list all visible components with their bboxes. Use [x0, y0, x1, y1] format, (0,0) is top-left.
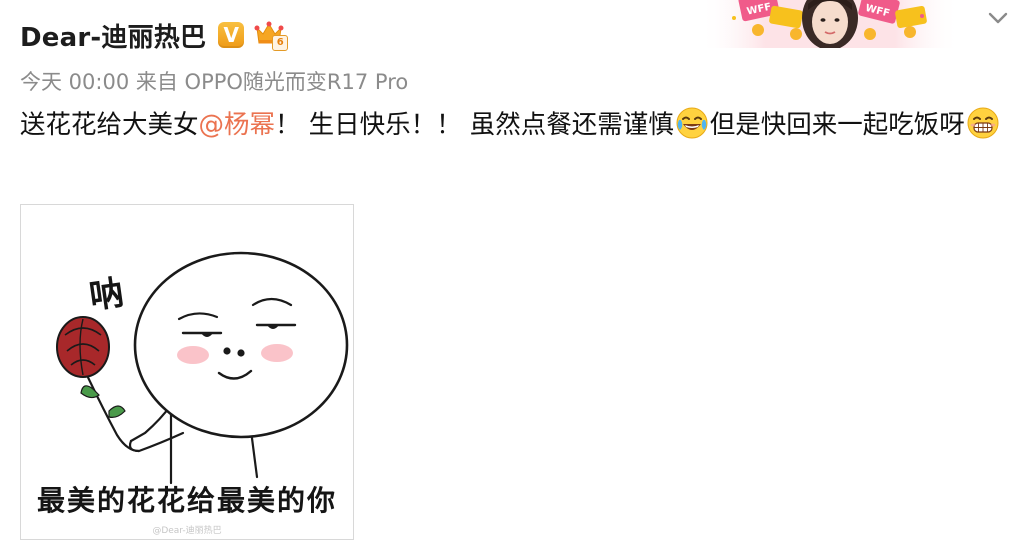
member-crown-icon[interactable]: 6 — [254, 19, 289, 51]
member-level-number: 6 — [272, 35, 289, 51]
meme-word: 呐 — [86, 272, 127, 318]
post-text: 送花花给大美女@杨幂！ 生日快乐！！ 虽然点餐还需谨慎 但是快回来一起吃饭呀 — [20, 102, 1010, 148]
meme-caption: 最美的花花给最美的你 — [36, 484, 337, 517]
decorative-banner: WFF WFF — [700, 0, 960, 48]
username-link[interactable]: Dear-迪丽热巴 — [20, 17, 206, 54]
verified-v-badge[interactable]: V — [218, 22, 245, 48]
post-text-segment: 但是快回来一起吃饭呀 — [709, 110, 965, 140]
post-text-segment: ！ 生日快乐！！ 虽然点餐还需谨慎 — [275, 110, 674, 140]
post-text-segment: 送花花给大美女 — [20, 110, 199, 140]
expand-menu-button[interactable] — [984, 4, 1012, 32]
post-meta: 今天 00:00 来自 OPPO随光而变R17 Pro — [20, 70, 409, 94]
chevron-down-icon — [988, 12, 1008, 24]
laugh-tears-emoji-icon — [676, 107, 708, 139]
post-image[interactable]: 呐 最美的花花给最美的你 @Dear-迪丽热巴 — [20, 204, 354, 540]
weibo-post: Dear-迪丽热巴 V 6 WFF WFF 今天 00:00 来自 OPPO随光… — [0, 0, 1024, 546]
image-watermark: @Dear-迪丽热巴 — [152, 526, 222, 536]
mention-link[interactable]: @杨幂 — [199, 110, 276, 140]
verified-v-label: V — [223, 23, 239, 47]
grin-emoji-icon — [967, 107, 999, 139]
